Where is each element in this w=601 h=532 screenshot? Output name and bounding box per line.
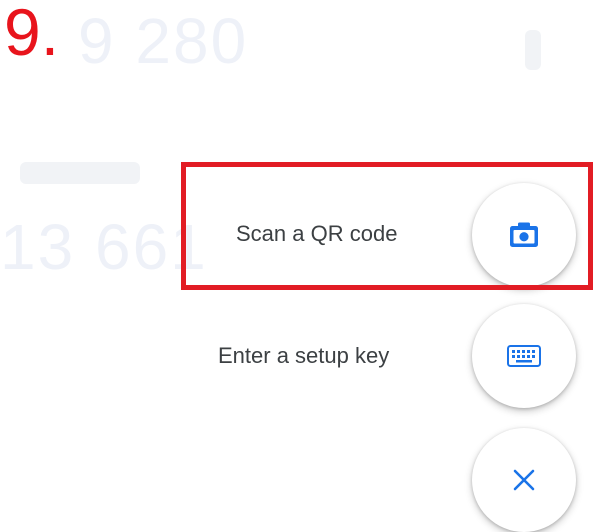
background-icon-top	[525, 30, 541, 70]
highlight-box	[181, 162, 593, 290]
background-code-top: 9 280	[78, 5, 249, 77]
setup-key-label[interactable]: Enter a setup key	[218, 343, 389, 369]
setup-key-button[interactable]	[472, 304, 576, 408]
background-code-middle: 13 661	[0, 211, 208, 283]
keyboard-icon	[507, 345, 541, 367]
close-icon	[513, 469, 535, 491]
background-label-placeholder	[20, 162, 140, 184]
step-number: 9.	[4, 0, 60, 69]
close-button[interactable]	[472, 428, 576, 532]
